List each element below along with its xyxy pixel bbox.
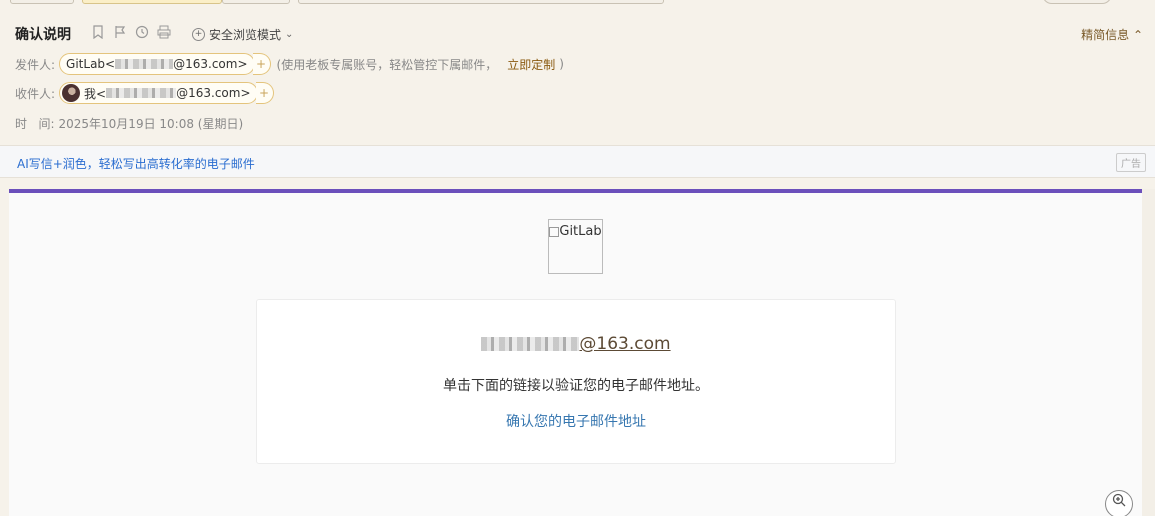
print-icon[interactable]	[156, 25, 172, 41]
sender-name: GitLab<	[66, 57, 116, 71]
add-contact-icon[interactable]: +	[255, 82, 274, 104]
gitlab-logo-broken-image: GitLab	[548, 219, 603, 274]
chevron-up-icon: ⌃	[1132, 28, 1143, 42]
to-label: 收件人:	[15, 86, 56, 101]
recipient-domain: @163.com>	[176, 86, 251, 100]
mail-header: 确认说明 + 安全浏览模式 ⌄ 精简信息 ⌃ 发件人: GitLab< @163…	[0, 8, 1155, 144]
time-row: 时 间: 2025年10月19日 10:08 (星期日)	[15, 115, 243, 132]
recipient-email: @163.com	[257, 334, 895, 354]
sender-note-end: )	[559, 57, 564, 71]
sender-note: (使用老板专属账号，轻松管控下属邮件，	[276, 57, 498, 72]
header-icons	[90, 25, 172, 41]
toolbar-button[interactable]	[1042, 0, 1112, 4]
email-domain: @163.com	[579, 334, 671, 354]
mail-subject: 确认说明	[15, 27, 71, 43]
safe-mode-label: 安全浏览模式	[209, 28, 282, 42]
time-label: 时 间:	[15, 117, 55, 131]
from-row: 发件人: GitLab< @163.com> + (使用老板专属账号，轻松管控下…	[15, 53, 564, 75]
chevron-down-icon: ⌄	[285, 29, 294, 40]
customize-link[interactable]: 立即定制	[507, 56, 555, 73]
redacted-text	[106, 88, 177, 98]
from-label: 发件人:	[15, 57, 56, 72]
bookmark-icon[interactable]	[90, 25, 106, 41]
logo-alt-text: GitLab	[559, 224, 602, 239]
ad-bar: AI写信+润色，轻松写出高转化率的电子邮件 广告	[0, 145, 1155, 178]
sender-chip[interactable]: GitLab< @163.com>	[59, 53, 255, 75]
recipient-chip[interactable]: 我< @163.com>	[59, 82, 258, 104]
add-contact-icon[interactable]: +	[252, 53, 271, 75]
toolbar-button[interactable]	[298, 0, 664, 4]
broken-image-icon	[549, 226, 560, 237]
top-toolbar	[0, 0, 1155, 6]
sender-domain: @163.com>	[173, 57, 248, 71]
scrollbar-track[interactable]	[1142, 189, 1155, 516]
time-value: 2025年10月19日 10:08 (星期日)	[58, 117, 244, 131]
safe-mode-toggle[interactable]: + 安全浏览模式 ⌄	[192, 26, 293, 43]
flag-icon[interactable]	[112, 25, 128, 41]
ad-link[interactable]: AI写信+润色，轻松写出高转化率的电子邮件	[17, 155, 255, 172]
toolbar-button[interactable]	[82, 0, 222, 4]
redacted-text	[115, 59, 174, 69]
avatar	[62, 84, 81, 102]
brief-info-label: 精简信息	[1081, 28, 1130, 42]
zoom-in-icon[interactable]	[1105, 490, 1133, 516]
ad-badge: 广告	[1116, 153, 1146, 172]
verification-card: @163.com 单击下面的链接以验证您的电子邮件地址。 确认您的电子邮件地址	[256, 299, 896, 464]
recipient-name: 我<	[84, 86, 107, 101]
toolbar-button[interactable]	[10, 0, 74, 4]
brief-info-toggle[interactable]: 精简信息 ⌃	[1081, 26, 1143, 43]
confirm-email-link[interactable]: 确认您的电子邮件地址	[257, 411, 895, 431]
redacted-text	[481, 337, 580, 351]
to-row: 收件人: 我< @163.com> +	[15, 82, 274, 104]
verify-message: 单击下面的链接以验证您的电子邮件地址。	[443, 378, 709, 394]
shield-icon: +	[192, 28, 205, 41]
clock-icon[interactable]	[134, 25, 150, 41]
toolbar-button[interactable]	[222, 0, 290, 4]
mail-content: GitLab @163.com 单击下面的链接以验证您的电子邮件地址。 确认您的…	[9, 189, 1142, 516]
